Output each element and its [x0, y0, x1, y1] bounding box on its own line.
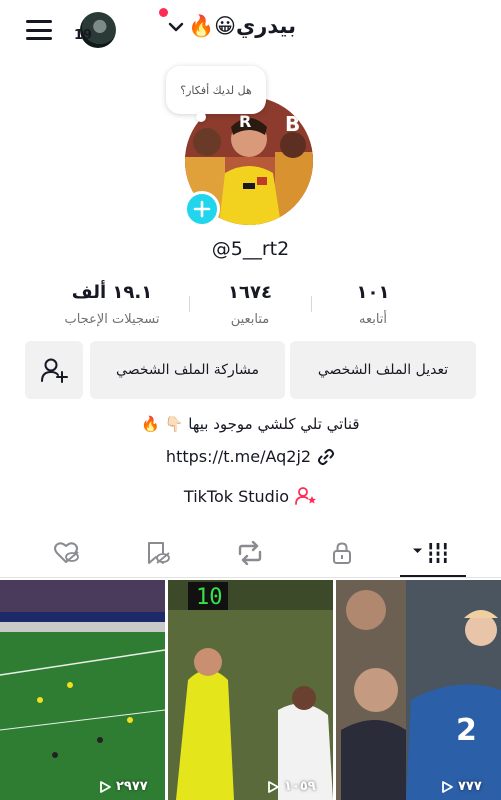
view-count: ٧٧٧	[440, 779, 482, 794]
videos-grid-icon	[413, 543, 449, 563]
bubble-text: هل لديك أفكار؟	[180, 83, 252, 97]
studio-label: TikTok Studio	[183, 486, 290, 506]
active-tab-underline	[400, 575, 466, 577]
profile-handle: @5__rt2	[211, 238, 290, 260]
bookmark-hidden-icon	[148, 542, 170, 564]
video-grid: ٢٩٧٧ 10 ١٠٥٩ 2 ٧٧٧	[0, 580, 501, 800]
tab-videos[interactable]	[413, 538, 453, 568]
view-count: ١٠٥٩	[266, 779, 316, 794]
video-thumbnail[interactable]: 2 ٧٧٧	[336, 580, 501, 800]
notification-badge: 19	[74, 28, 93, 43]
stat-likes[interactable]: ١٩.١ ألف تسجيلات الإعجاب	[52, 282, 172, 327]
svg-text:10: 10	[196, 585, 223, 610]
studio-user-icon	[295, 487, 317, 505]
new-indicator-dot	[159, 8, 168, 17]
play-icon	[442, 780, 453, 793]
stat-divider	[189, 296, 190, 312]
plus-icon	[193, 200, 211, 218]
tiktok-studio-link[interactable]: TikTok Studio	[0, 486, 501, 506]
stat-followers[interactable]: ١٦٧٤ متابعين	[190, 282, 310, 327]
bio-link[interactable]: https://t.me/Aq2j2	[0, 447, 501, 466]
video-thumbnail-image: 10	[168, 580, 333, 800]
add-friends-button[interactable]	[25, 341, 83, 399]
svg-text:B: B	[285, 112, 300, 136]
play-icon	[100, 780, 111, 793]
repost-icon	[238, 541, 262, 565]
edit-profile-button[interactable]: تعديل الملف الشخصي	[290, 341, 476, 399]
chevron-down-icon	[168, 22, 184, 31]
content-tabs	[0, 528, 501, 578]
video-thumbnail-image	[0, 580, 165, 800]
view-count: ٢٩٧٧	[98, 779, 148, 794]
tab-liked[interactable]	[47, 538, 87, 568]
following-count: ١٠١	[356, 282, 390, 303]
bio-text: قناتي تلي كلشي موجود بيها 👇🏻 🔥	[141, 415, 360, 433]
view-count-text: ٧٧٧	[458, 779, 482, 794]
view-count-text: ١٠٥٩	[284, 779, 316, 794]
tab-private[interactable]	[322, 538, 362, 568]
display-name: بيدري😀🔥	[188, 14, 296, 38]
bubble-tail	[196, 112, 206, 122]
add-user-icon	[41, 358, 68, 383]
share-profile-button[interactable]: مشاركة الملف الشخصي	[90, 341, 285, 399]
add-story-button[interactable]	[184, 191, 220, 227]
bio-link-text: https://t.me/Aq2j2	[165, 447, 312, 466]
video-thumbnail[interactable]: 10 ١٠٥٩	[168, 580, 333, 800]
video-thumbnail-image: 2	[336, 580, 501, 800]
username-switcher[interactable]: بيدري😀🔥	[168, 14, 296, 39]
heart-hidden-icon	[54, 542, 79, 563]
lock-icon	[333, 542, 351, 564]
view-count-text: ٢٩٧٧	[116, 779, 148, 794]
likes-label: تسجيلات الإعجاب	[64, 312, 160, 327]
likes-count: ١٩.١ ألف	[71, 282, 153, 303]
followers-count: ١٦٧٤	[228, 282, 272, 303]
play-icon	[268, 780, 279, 793]
tab-reposts[interactable]	[230, 538, 270, 568]
stat-following[interactable]: ١٠١ أتابعه	[313, 282, 433, 327]
tab-favorites[interactable]	[138, 538, 178, 568]
stat-divider	[311, 296, 312, 312]
thoughts-bubble[interactable]: هل لديك أفكار؟	[166, 66, 266, 114]
following-label: أتابعه	[358, 312, 388, 327]
menu-icon[interactable]	[26, 20, 52, 40]
followers-label: متابعين	[230, 312, 270, 327]
video-thumbnail[interactable]: ٢٩٧٧	[0, 580, 165, 800]
svg-text:2: 2	[456, 713, 477, 748]
svg-text:R: R	[239, 112, 251, 131]
link-icon	[318, 448, 335, 465]
